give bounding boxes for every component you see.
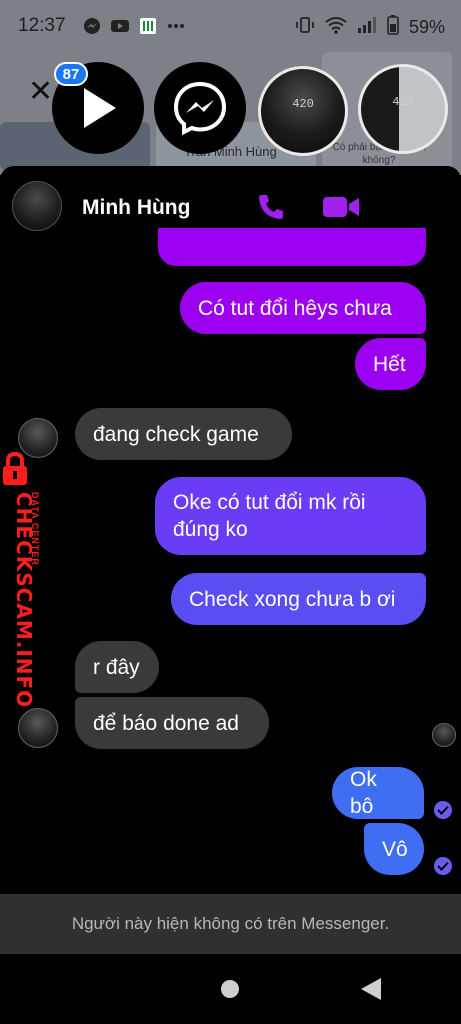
message-outgoing[interactable]: Ok bô	[332, 767, 424, 819]
status-time: 12:37	[18, 15, 66, 36]
delivered-check-icon	[434, 857, 452, 875]
messenger-chat-head[interactable]	[154, 62, 246, 154]
status-bar: 12:37 59%	[0, 0, 461, 52]
message-outgoing[interactable]: Có tut đổi hêys chưa	[180, 282, 426, 334]
close-icon[interactable]: ✕	[28, 74, 53, 109]
play-icon	[84, 88, 116, 128]
avatar	[18, 708, 58, 748]
contact-name[interactable]: Minh Hùng	[82, 196, 190, 220]
unavailable-notice: Người này hiện không có trên Messenger.	[0, 894, 461, 954]
delivered-check-icon	[434, 801, 452, 819]
back-icon[interactable]	[359, 976, 383, 1002]
messenger-icon	[82, 16, 102, 36]
read-receipt-avatar	[432, 723, 456, 747]
watermark-sub: DATA CENTER	[30, 492, 40, 566]
phone-icon[interactable]	[256, 192, 286, 222]
message-incoming[interactable]: đang check game	[75, 408, 292, 460]
second-chat-head[interactable]	[358, 64, 448, 154]
watermark: CHECKSCAM.INFO DATA CENTER	[2, 452, 42, 708]
message-outgoing[interactable]: Hết	[355, 338, 426, 390]
app-icon	[138, 16, 158, 36]
message-incoming[interactable]: để báo done ad	[75, 697, 269, 749]
more-dots-icon	[166, 16, 186, 36]
message-outgoing[interactable]: Oke có tut đổi mk rồi đúng ko	[155, 477, 426, 555]
wifi-icon	[325, 16, 347, 39]
youtube-icon	[110, 16, 130, 36]
avatar[interactable]	[12, 181, 62, 231]
message-outgoing[interactable]: Check xong chưa b ơi	[171, 573, 426, 625]
message-incoming[interactable]: r đây	[75, 641, 159, 693]
lock-icon	[3, 452, 27, 485]
chat-panel: Minh Hùng Có tut đổi hêys chưa Hết đang …	[0, 166, 461, 894]
battery-icon	[387, 15, 399, 40]
notification-badge: 87	[54, 62, 88, 86]
signal-icon	[357, 16, 377, 39]
video-camera-icon[interactable]	[322, 194, 360, 220]
contact-chat-head[interactable]	[258, 66, 348, 156]
messenger-icon	[173, 81, 227, 136]
battery-percent: 59%	[408, 17, 445, 37]
message-outgoing[interactable]: Vô	[364, 823, 424, 875]
home-button[interactable]	[221, 980, 239, 998]
message-bubble-partial	[158, 228, 426, 266]
status-right: 59%	[295, 15, 445, 40]
vibrate-icon	[295, 15, 315, 40]
